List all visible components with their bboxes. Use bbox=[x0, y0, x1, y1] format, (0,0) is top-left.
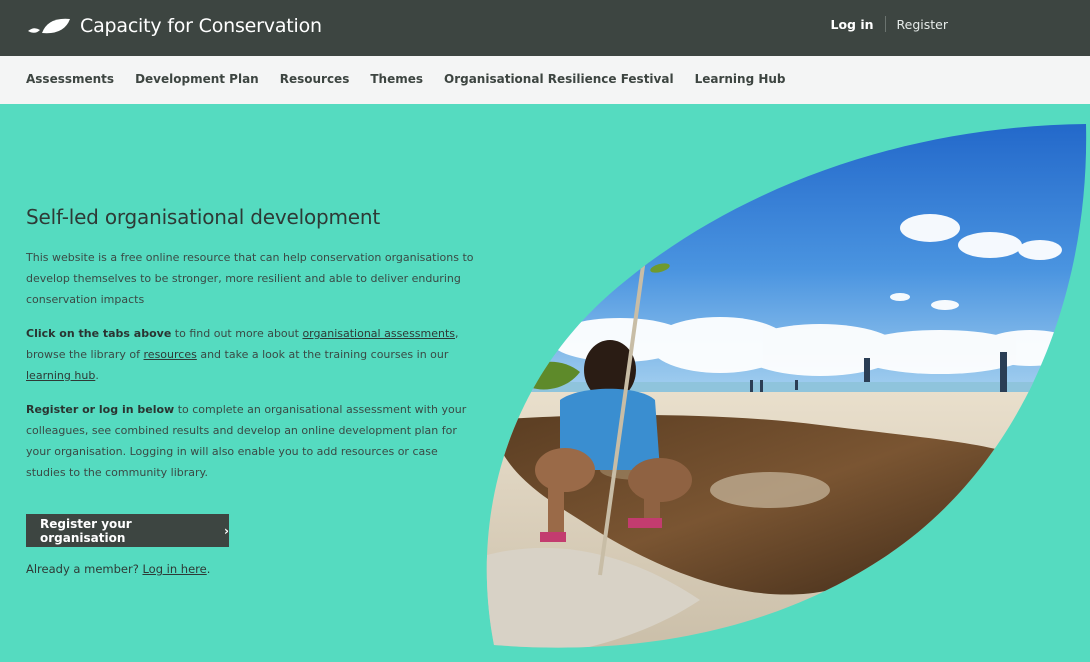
register-organisation-button[interactable]: Register your organisation › bbox=[26, 514, 229, 547]
top-bar: Capacity for Conservation Log in Registe… bbox=[0, 0, 1090, 56]
login-link[interactable]: Log in bbox=[830, 17, 873, 32]
register-link[interactable]: Register bbox=[897, 17, 948, 32]
organisational-assessments-link[interactable]: organisational assessments bbox=[302, 327, 455, 340]
member-text: Already a member? bbox=[26, 562, 143, 576]
login-here-link[interactable]: Log in here bbox=[142, 562, 206, 576]
hero-content: Self-led organisational development This… bbox=[26, 205, 478, 496]
member-login-line: Already a member? Log in here. bbox=[26, 562, 210, 576]
tabs-bold-text: Click on the tabs above bbox=[26, 327, 172, 340]
leaf-logo-icon bbox=[28, 18, 70, 34]
member-end: . bbox=[206, 562, 211, 576]
auth-links: Log in Register bbox=[830, 16, 948, 32]
hero-register-paragraph: Register or log in below to complete an … bbox=[26, 399, 478, 483]
site-title[interactable]: Capacity for Conservation bbox=[80, 15, 322, 37]
hero-intro: This website is a free online resource t… bbox=[26, 251, 474, 306]
site-logo[interactable]: Capacity for Conservation bbox=[26, 13, 322, 39]
hero-tabs-paragraph: Click on the tabs above to find out more… bbox=[26, 323, 478, 386]
auth-divider bbox=[884, 16, 886, 32]
learning-hub-link[interactable]: learning hub bbox=[26, 369, 95, 382]
nav-item-learning-hub[interactable]: Learning Hub bbox=[695, 72, 786, 86]
tabs-text-1: to find out more about bbox=[171, 327, 303, 340]
hero-headline: Self-led organisational development bbox=[26, 205, 381, 229]
register-bold-text: Register or log in below bbox=[26, 403, 175, 416]
chevron-right-icon: › bbox=[224, 523, 229, 538]
nav-item-resources[interactable]: Resources bbox=[280, 72, 350, 86]
resources-link[interactable]: resources bbox=[144, 348, 197, 361]
nav-item-themes[interactable]: Themes bbox=[370, 72, 423, 86]
main-nav: Assessments Development Plan Resources T… bbox=[0, 56, 1090, 104]
register-button-label: Register your organisation bbox=[40, 516, 132, 545]
tabs-text-4: . bbox=[95, 369, 99, 382]
tabs-text-3: and take a look at the training courses … bbox=[196, 348, 449, 361]
nav-item-festival[interactable]: Organisational Resilience Festival bbox=[444, 72, 674, 86]
nav-item-development-plan[interactable]: Development Plan bbox=[135, 72, 259, 86]
nav-item-assessments[interactable]: Assessments bbox=[26, 72, 114, 86]
